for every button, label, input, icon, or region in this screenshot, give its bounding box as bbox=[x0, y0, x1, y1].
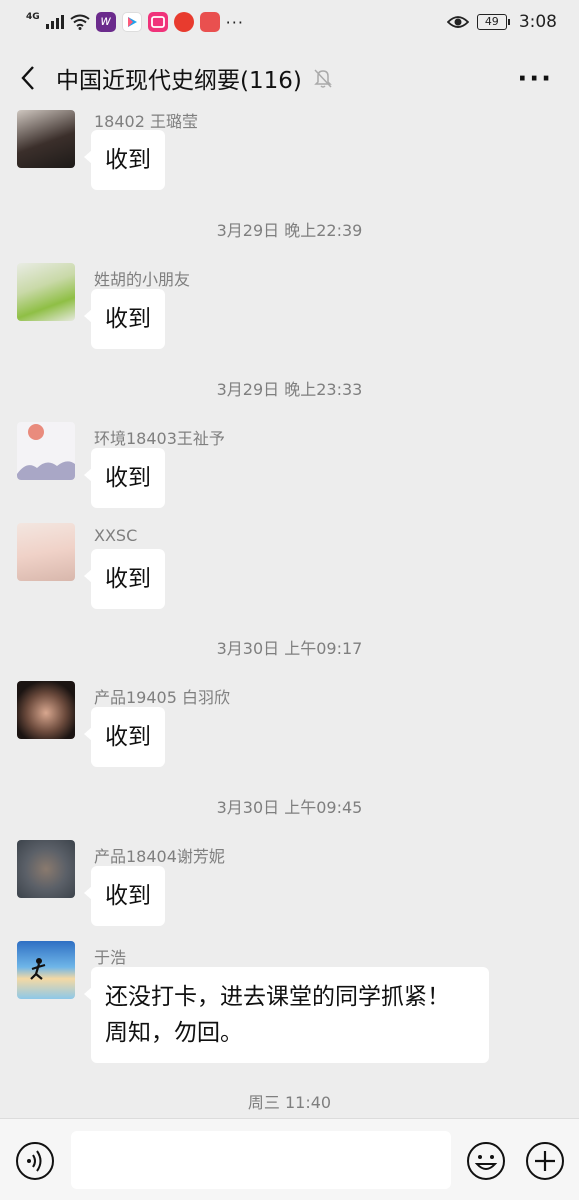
timestamp: 3月29日 晚上23:33 bbox=[216, 380, 363, 399]
network-type: 4G bbox=[26, 11, 40, 22]
notification-overflow-icon: ··· bbox=[225, 12, 244, 32]
message-bubble[interactable]: 收到 bbox=[84, 289, 165, 349]
clock: 3:08 bbox=[518, 12, 557, 32]
timestamp: 3月29日 晚上22:39 bbox=[216, 221, 363, 240]
timestamp: 周三 11:40 bbox=[247, 1093, 332, 1112]
message-bubble[interactable]: 收到 bbox=[84, 448, 165, 508]
bell-off-icon bbox=[314, 69, 332, 88]
app-icon-c bbox=[147, 12, 168, 32]
more-options-button[interactable]: ··· bbox=[517, 64, 553, 94]
signal-icon bbox=[45, 15, 64, 29]
message-bubble[interactable]: 收到 bbox=[84, 130, 165, 190]
status-left: 4G w ··· bbox=[26, 12, 244, 32]
emoji-icon[interactable] bbox=[466, 1141, 506, 1181]
message-bubble[interactable]: 收到 bbox=[84, 707, 165, 767]
voice-icon[interactable] bbox=[15, 1141, 55, 1181]
message-bubble[interactable]: 还没打卡，进去课堂的同学抓紧！ 周知，勿回。 bbox=[84, 967, 489, 1063]
input-bar bbox=[0, 1118, 579, 1200]
message-line: 周知，勿回。 bbox=[105, 1020, 243, 1046]
sender-name: 产品19405 白羽欣 bbox=[94, 688, 230, 707]
battery-icon: 49 bbox=[476, 14, 510, 30]
avatar[interactable] bbox=[17, 422, 75, 480]
app-icon-w: w bbox=[95, 12, 116, 32]
app-icon-video bbox=[121, 12, 142, 32]
timestamp: 3月30日 上午09:45 bbox=[216, 798, 363, 817]
message-input[interactable] bbox=[71, 1131, 451, 1189]
timestamp: 3月30日 上午09:17 bbox=[216, 639, 363, 658]
app-icon-huawei bbox=[199, 12, 220, 32]
chevron-left-icon bbox=[21, 66, 34, 90]
avatar[interactable] bbox=[17, 681, 75, 739]
message-bubble[interactable]: 收到 bbox=[84, 549, 165, 609]
back-button[interactable] bbox=[0, 52, 56, 104]
avatar[interactable] bbox=[17, 840, 75, 898]
message-list[interactable]: 18402 王璐莹 收到 3月29日 晚上22:39 姓胡的小朋友 收到 3月2… bbox=[0, 104, 579, 1118]
avatar[interactable] bbox=[17, 110, 75, 168]
message-bubble[interactable]: 收到 bbox=[84, 866, 165, 926]
wifi-icon bbox=[70, 14, 90, 30]
sender-name: 于浩 bbox=[94, 948, 127, 967]
chat-title: 中国近现代史纲要(116) bbox=[56, 68, 302, 94]
plus-circle-icon[interactable] bbox=[525, 1141, 565, 1181]
sender-name: 姓胡的小朋友 bbox=[94, 270, 191, 289]
avatar[interactable] bbox=[17, 263, 75, 321]
avatar[interactable] bbox=[17, 941, 75, 999]
avatar[interactable] bbox=[17, 523, 75, 581]
chat-header: 中国近现代史纲要(116) ··· bbox=[0, 52, 579, 104]
status-right: 49 3:08 bbox=[446, 12, 557, 32]
status-bar: 4G w ··· 49 3:08 bbox=[0, 0, 579, 44]
sender-name: 产品18404谢芳妮 bbox=[94, 847, 225, 866]
sender-name: 18402 王璐莹 bbox=[94, 112, 198, 131]
app-icon-red bbox=[173, 12, 194, 32]
sender-name: 环境18403王祉予 bbox=[94, 429, 225, 448]
sender-name: XXSC bbox=[94, 526, 138, 545]
eye-comfort-icon bbox=[446, 16, 469, 28]
message-line: 还没打卡，进去课堂的同学抓紧！ bbox=[105, 984, 450, 1010]
